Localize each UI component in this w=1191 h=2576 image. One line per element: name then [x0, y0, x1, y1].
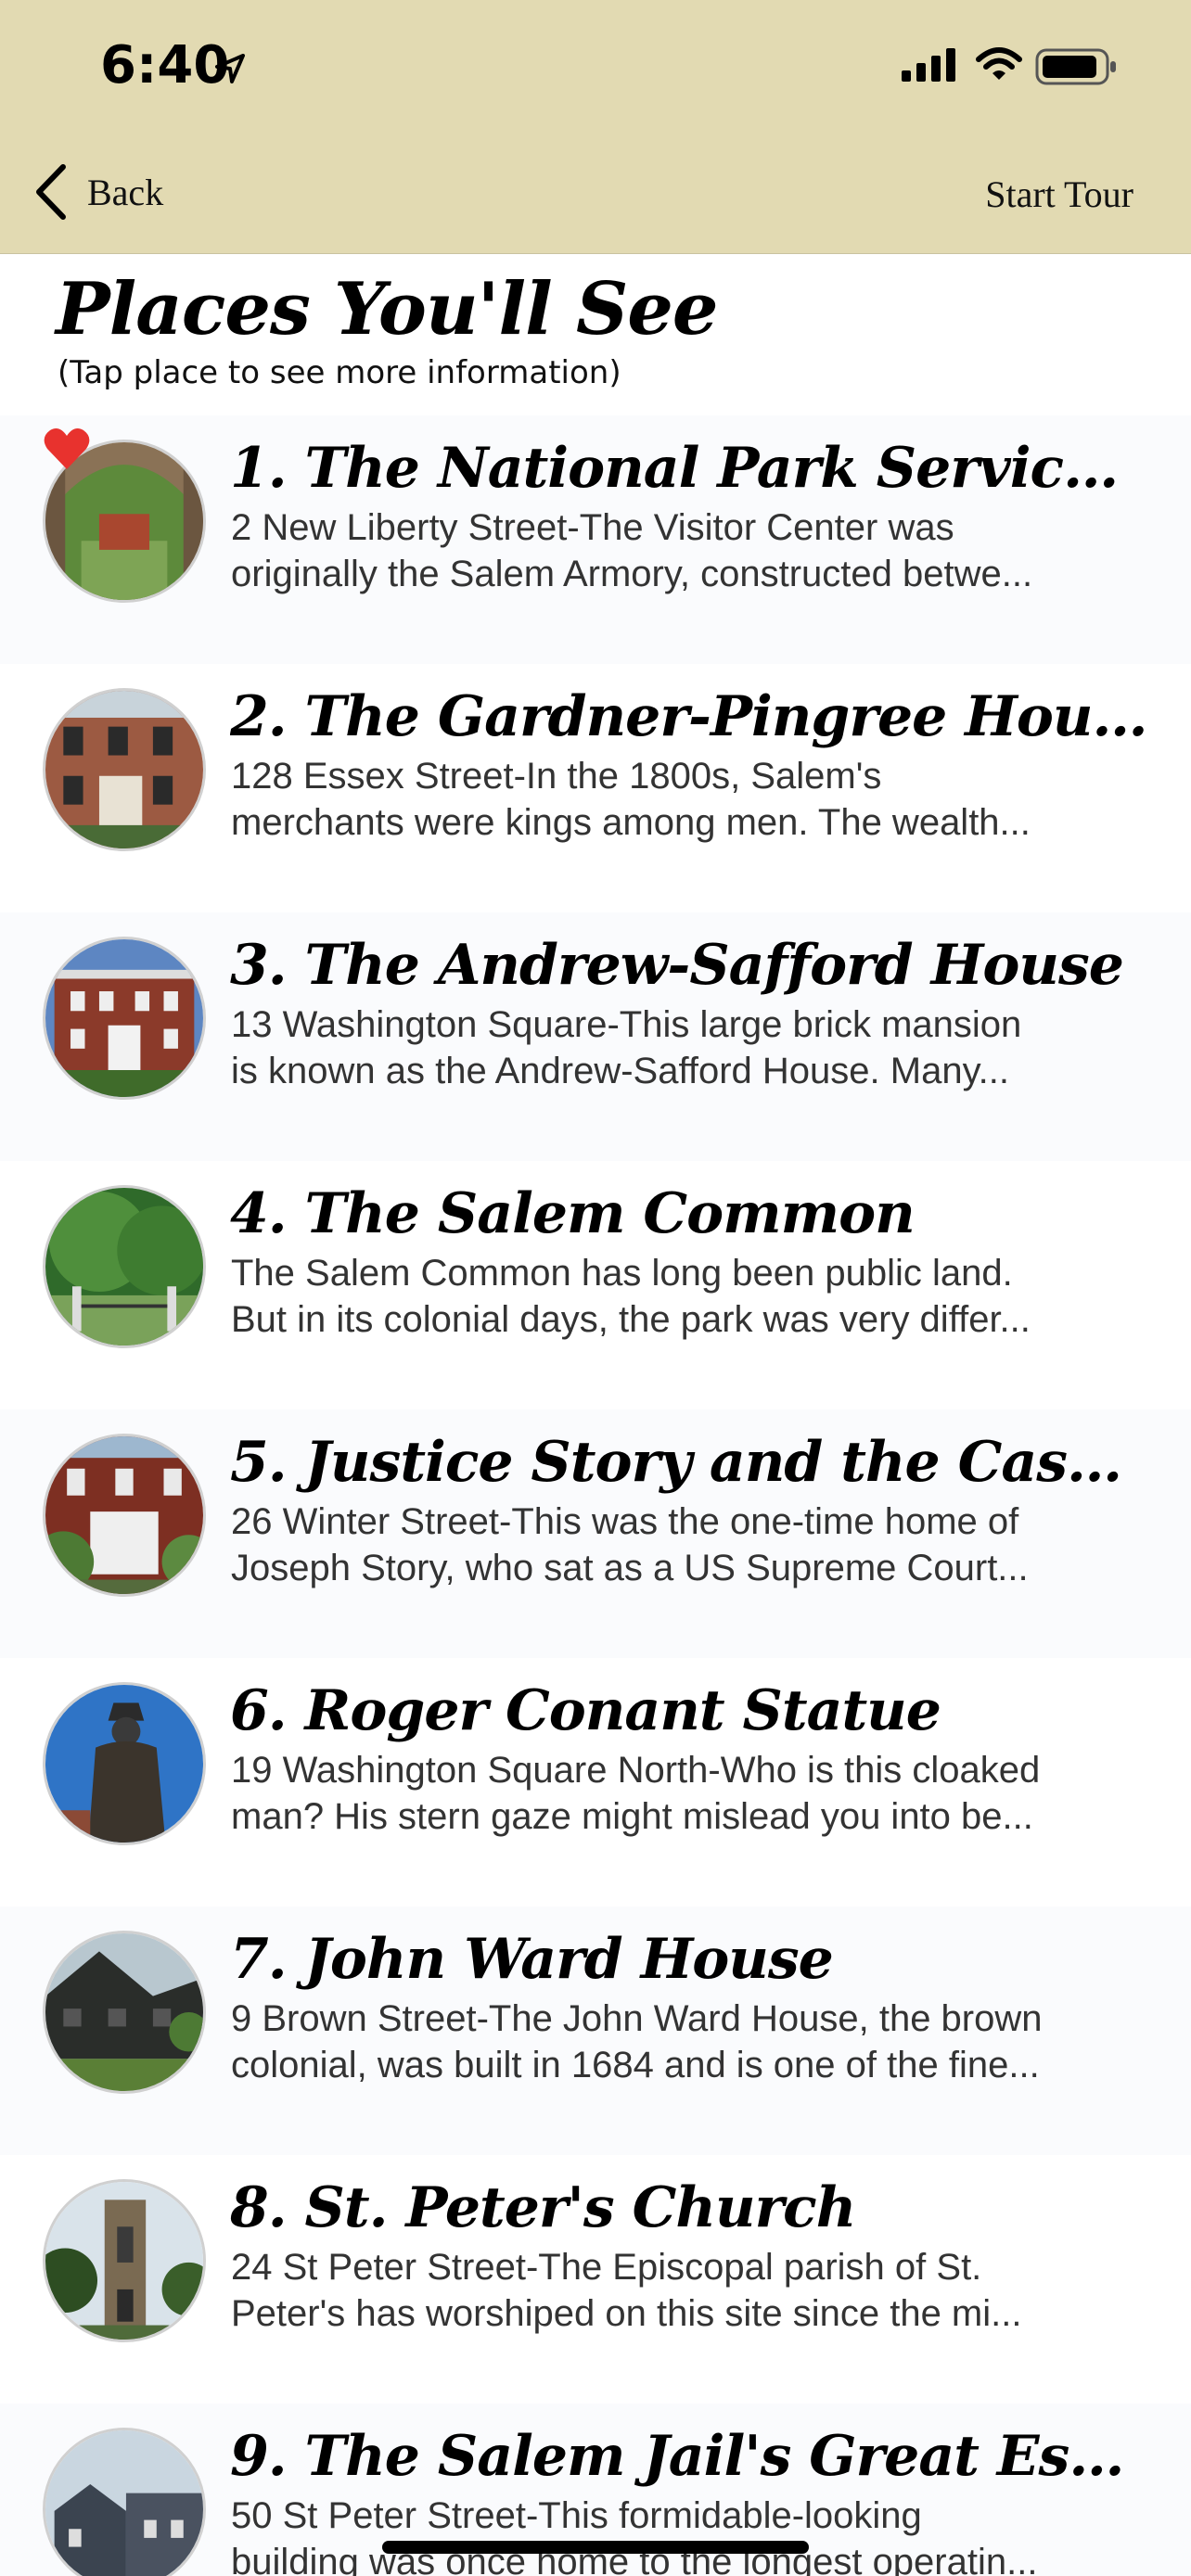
home-indicator[interactable] — [382, 2541, 809, 2554]
place-title: 9. The Salem Jail's Great Escape — [230, 2424, 1148, 2489]
battery-icon — [1035, 48, 1116, 85]
back-label: Back — [87, 171, 164, 213]
place-item[interactable]: 8. St. Peter's Church 24 St Peter Street… — [0, 2155, 1191, 2404]
nav-header: 6:40 Back Start Tour — [0, 0, 1191, 254]
place-title: 2. The Gardner-Pingree House — [230, 684, 1148, 749]
place-item[interactable]: 7. John Ward House 9 Brown Street-The Jo… — [0, 1906, 1191, 2155]
place-thumbnail — [43, 1931, 206, 2094]
place-item[interactable]: 5. Justice Story and the Case of th... 2… — [0, 1409, 1191, 1658]
chevron-left-icon — [36, 164, 66, 220]
place-description: 24 St Peter Street-The Episcopal parish … — [231, 2247, 1022, 2334]
place-thumbnail — [43, 688, 206, 851]
place-item[interactable]: 3. The Andrew-Safford House 13 Washingto… — [0, 912, 1191, 1161]
place-title: 8. St. Peter's Church — [230, 2175, 856, 2240]
location-arrow-icon — [215, 54, 245, 83]
place-thumbnail — [43, 2428, 206, 2576]
place-title: 7. John Ward House — [230, 1927, 834, 1992]
status-time: 6:40 — [100, 35, 230, 96]
place-title: 5. Justice Story and the Case of th... — [230, 1430, 1148, 1495]
cellular-signal-icon — [902, 48, 955, 82]
place-thumbnail — [43, 1682, 206, 1845]
place-description: The Salem Common has long been public la… — [231, 1253, 1031, 1340]
place-description: 50 St Peter Street-This formidable-looki… — [231, 2495, 1038, 2576]
place-thumbnail — [43, 1434, 206, 1597]
place-thumbnail — [43, 937, 206, 1100]
wifi-icon — [976, 47, 1022, 80]
favorite-heart-icon — [44, 428, 90, 469]
place-description: 128 Essex Street-In the 1800s, Salem's me… — [231, 756, 1031, 843]
places-list: 1. The National Park Service Visi... 2 N… — [0, 415, 1191, 2576]
start-tour-button[interactable]: Start Tour — [985, 172, 1133, 216]
place-description: 13 Washington Square-This large brick ma… — [231, 1004, 1022, 1091]
place-title: 1. The National Park Service Visi... — [230, 436, 1148, 501]
place-title: 6. Roger Conant Statue — [230, 1678, 941, 1743]
place-description: 19 Washington Square North-Who is this c… — [231, 1750, 1041, 1837]
place-title: 4. The Salem Common — [230, 1181, 916, 1246]
place-thumbnail — [43, 2179, 206, 2342]
place-thumbnail — [43, 1185, 206, 1348]
place-item[interactable]: 4. The Salem Common The Salem Common has… — [0, 1161, 1191, 1409]
place-description: 26 Winter Street-This was the one-time h… — [231, 1501, 1029, 1588]
place-item[interactable]: 1. The National Park Service Visi... 2 N… — [0, 415, 1191, 664]
back-button[interactable]: Back — [32, 159, 163, 224]
page-title: Places You'll See — [56, 267, 719, 351]
place-description: 2 New Liberty Street-The Visitor Center … — [231, 507, 1033, 594]
place-description: 9 Brown Street-The John Ward House, the … — [231, 1998, 1043, 2085]
place-item[interactable]: 2. The Gardner-Pingree House 128 Essex S… — [0, 664, 1191, 912]
place-title: 3. The Andrew-Safford House — [230, 933, 1124, 998]
page-subtitle: (Tap place to see more information) — [58, 354, 621, 391]
place-item[interactable]: 6. Roger Conant Statue 19 Washington Squ… — [0, 1658, 1191, 1906]
